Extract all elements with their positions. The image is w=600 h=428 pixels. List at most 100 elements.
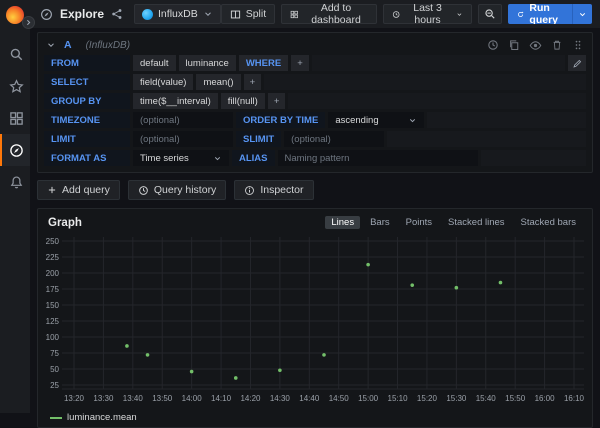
select-field-part[interactable]: field(value) [133, 74, 193, 90]
query-ref-id: A [64, 39, 72, 51]
mode-stacked-bars-button[interactable]: Stacked bars [515, 216, 582, 229]
mode-lines-button[interactable]: Lines [325, 216, 360, 229]
svg-text:13:20: 13:20 [64, 394, 85, 403]
edit-raw-query-button[interactable] [568, 55, 586, 71]
alias-label: ALIAS [232, 150, 275, 166]
row-filler [481, 150, 587, 166]
query-row-limit: LIMIT SLIMIT [44, 131, 586, 147]
sidebar [0, 0, 30, 413]
svg-text:175: 175 [46, 285, 60, 294]
chart-canvas[interactable]: 25507510012515017520022525013:2013:3013:… [38, 233, 592, 411]
query-datasource-hint: (InfluxDB) [86, 40, 130, 51]
svg-text:14:10: 14:10 [211, 394, 232, 403]
split-button[interactable]: Split [221, 4, 275, 24]
timezone-input[interactable] [133, 112, 233, 128]
timezone-input-wrap [133, 112, 233, 128]
from-label: FROM [44, 55, 130, 71]
copy-query-icon[interactable] [508, 39, 520, 51]
page-title: Explore [60, 7, 104, 21]
row-filler [312, 55, 565, 71]
svg-text:14:00: 14:00 [182, 394, 203, 403]
where-keyword: WHERE [239, 55, 288, 71]
explore-content: A (InfluxDB) FROM default luminance WHER… [30, 28, 600, 413]
pencil-icon [572, 58, 583, 69]
inspector-button[interactable]: Inspector [234, 180, 313, 200]
svg-text:250: 250 [46, 237, 60, 246]
slimit-label: SLIMIT [236, 131, 281, 147]
plus-icon [47, 185, 57, 195]
row-filler [427, 112, 586, 128]
add-to-dashboard-button[interactable]: Add to dashboard [281, 4, 377, 24]
from-measurement-part[interactable]: luminance [179, 55, 236, 71]
svg-text:16:00: 16:00 [535, 394, 556, 403]
query-history-icon[interactable] [487, 39, 499, 51]
format-as-select[interactable]: Time series [133, 150, 229, 166]
bell-icon [9, 175, 24, 190]
chevron-down-icon [578, 10, 587, 19]
dashboards-grid-icon [9, 111, 24, 126]
chevron-down-icon [213, 154, 222, 163]
delete-query-trash-icon[interactable] [551, 39, 563, 51]
alias-input[interactable] [278, 150, 478, 166]
svg-text:25: 25 [50, 381, 59, 390]
chevron-down-icon [408, 116, 417, 125]
run-query-label: Run query [529, 4, 563, 24]
format-as-label: FORMAT AS [44, 150, 130, 166]
select-fn-part[interactable]: mean() [196, 74, 240, 90]
share-icon[interactable] [111, 8, 123, 20]
group-by-time-part[interactable]: time($__interval) [133, 93, 218, 109]
svg-text:50: 50 [50, 365, 59, 374]
svg-text:14:50: 14:50 [329, 394, 350, 403]
sidebar-item-search[interactable] [0, 38, 30, 70]
format-as-value: Time series [140, 153, 189, 164]
zoom-out-button[interactable] [478, 4, 502, 24]
svg-text:150: 150 [46, 301, 60, 310]
svg-text:100: 100 [46, 333, 60, 342]
svg-text:15:50: 15:50 [505, 394, 526, 403]
sidebar-item-explore[interactable] [0, 134, 30, 166]
legend-series-swatch [50, 417, 62, 419]
slimit-input[interactable] [284, 131, 384, 147]
run-query-button[interactable]: Run query [508, 4, 572, 24]
group-by-fill-part[interactable]: fill(null) [221, 93, 265, 109]
chevron-down-icon [456, 10, 463, 19]
order-by-time-label: ORDER BY TIME [236, 112, 325, 128]
time-range-label: Last 3 hours [406, 2, 450, 26]
svg-text:225: 225 [46, 253, 60, 262]
order-by-time-value: ascending [335, 115, 378, 126]
chevron-down-icon [203, 9, 213, 19]
sidebar-expand-button[interactable] [22, 16, 35, 29]
time-range-picker[interactable]: Last 3 hours [383, 4, 472, 24]
query-history-button[interactable]: Query history [128, 180, 226, 200]
where-add-button[interactable]: + [291, 55, 309, 71]
sidebar-item-dashboards[interactable] [0, 102, 30, 134]
run-query-split-button: Run query [508, 4, 592, 24]
add-query-button[interactable]: Add query [37, 180, 120, 200]
run-query-dropdown[interactable] [572, 4, 592, 24]
split-label: Split [246, 8, 266, 20]
group-by-label: GROUP BY [44, 93, 130, 109]
mode-stacked-lines-button[interactable]: Stacked lines [442, 216, 511, 229]
from-db-part[interactable]: default [133, 55, 176, 71]
mode-bars-button[interactable]: Bars [364, 216, 396, 229]
datasource-picker[interactable]: InfluxDB [134, 4, 221, 24]
graph-title: Graph [48, 217, 82, 229]
collapse-chevron-icon[interactable] [46, 40, 56, 50]
svg-text:13:40: 13:40 [123, 394, 144, 403]
limit-input[interactable] [133, 131, 233, 147]
svg-text:14:20: 14:20 [240, 394, 261, 403]
svg-text:15:40: 15:40 [476, 394, 497, 403]
drag-handle-icon[interactable] [572, 39, 584, 51]
group-by-add-button[interactable]: + [268, 93, 286, 109]
sidebar-item-starred[interactable] [0, 70, 30, 102]
legend-item-luminance-mean[interactable]: luminance.mean [50, 412, 592, 423]
mode-points-button[interactable]: Points [400, 216, 438, 229]
star-icon [9, 79, 24, 94]
graph-header: Graph Lines Bars Points Stacked lines St… [38, 209, 592, 233]
sidebar-item-alerting[interactable] [0, 166, 30, 198]
order-by-time-select[interactable]: ascending [328, 112, 424, 128]
disable-query-eye-icon[interactable] [529, 39, 542, 52]
query-history-label: Query history [154, 184, 216, 196]
query-row-select: SELECT field(value) mean() + [44, 74, 586, 90]
select-add-button[interactable]: + [244, 74, 262, 90]
